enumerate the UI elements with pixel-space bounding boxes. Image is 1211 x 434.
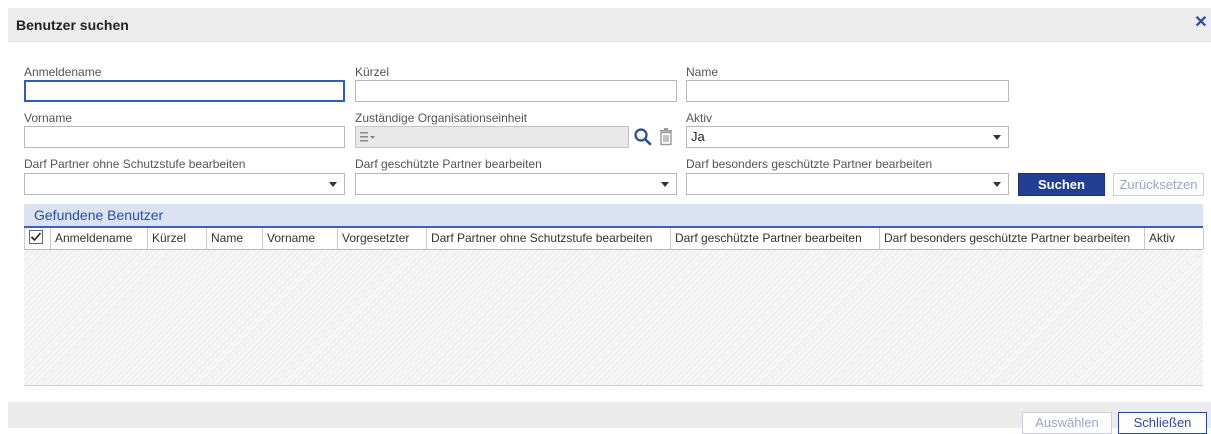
results-table-header: Anmeldename Kürzel Name Vorname Vorgeset… [24,228,1204,250]
anmeldename-label: Anmeldename [24,65,102,79]
search-icon[interactable] [633,127,653,147]
results-table-body [24,250,1203,386]
geschuetzte-partner-label: Darf geschützte Partner bearbeiten [355,157,542,171]
org-einheit-input[interactable] [355,126,629,148]
checkbox-checked-icon[interactable] [29,230,43,244]
partner-ohne-schutz-select[interactable] [24,173,345,195]
chevron-down-icon [993,182,1001,187]
org-einheit-label: Zuständige Organisationseinheit [355,111,528,125]
column-header-name[interactable]: Name [207,228,263,249]
name-input[interactable] [686,80,1009,102]
besonders-geschuetzte-select[interactable] [686,173,1009,195]
reset-button[interactable]: Zurücksetzen [1113,173,1204,196]
column-header-besonders-geschuetzte[interactable]: Darf besonders geschützte Partner bearbe… [880,228,1145,249]
trash-icon[interactable] [657,127,675,147]
dialog-titlebar: Benutzer suchen ✕ [8,8,1211,42]
column-header-anmeldename[interactable]: Anmeldename [51,228,148,249]
anmeldename-input[interactable] [24,80,345,102]
besonders-geschuetzte-label: Darf besonders geschützte Partner bearbe… [686,157,933,171]
column-header-aktiv[interactable]: Aktiv [1145,228,1204,249]
results-title: Gefundene Benutzer [34,207,164,223]
column-header-vorgesetzter[interactable]: Vorgesetzter [338,228,427,249]
close-icon[interactable]: ✕ [1193,14,1209,32]
user-search-dialog: Benutzer suchen ✕ Anmeldename Kürzel Nam… [0,0,1211,434]
partner-ohne-schutz-label: Darf Partner ohne Schutzstufe bearbeiten [24,157,246,171]
chevron-down-icon [661,182,669,187]
column-header-partner-ohne-schutz[interactable]: Darf Partner ohne Schutzstufe bearbeiten [427,228,671,249]
aktiv-label: Aktiv [686,111,713,125]
select-all-cell[interactable] [25,228,51,249]
column-header-vorname[interactable]: Vorname [263,228,338,249]
column-header-geschuetzte-partner[interactable]: Darf geschützte Partner bearbeiten [671,228,880,249]
kuerzel-input[interactable] [355,80,677,102]
vorname-label: Vorname [24,111,73,125]
search-button[interactable]: Suchen [1018,173,1105,196]
aktiv-value: Ja [691,129,705,144]
vorname-input[interactable] [24,126,345,148]
aktiv-select[interactable]: Ja [686,126,1009,148]
geschuetzte-partner-select[interactable] [355,173,677,195]
list-select-icon[interactable] [360,131,376,143]
kuerzel-label: Kürzel [355,65,390,79]
results-header: Gefundene Benutzer [24,204,1203,228]
chevron-down-icon [993,135,1001,140]
dialog-title: Benutzer suchen [16,17,129,33]
close-button[interactable]: Schließen [1118,412,1207,434]
select-button[interactable]: Auswählen [1022,412,1112,434]
chevron-down-icon [329,182,337,187]
name-label: Name [686,65,719,79]
column-header-kuerzel[interactable]: Kürzel [148,228,207,249]
